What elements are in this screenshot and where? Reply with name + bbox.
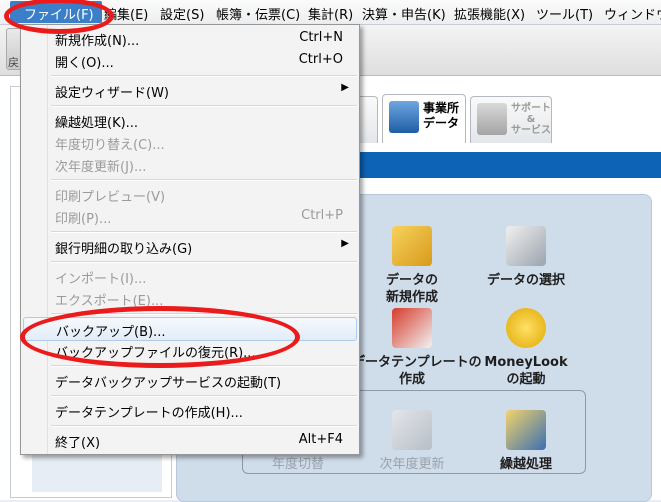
menu-item-year-switch: 年度切り替え(C)... xyxy=(23,131,357,153)
support-icon xyxy=(477,103,507,135)
tile-template-label: データテンプレートの 作成 xyxy=(352,355,482,387)
next-year-icon xyxy=(392,410,432,450)
select-data-icon xyxy=(506,226,546,266)
shortcut-label: Ctrl+N xyxy=(299,30,343,45)
tile-select-data-label: データの選択 xyxy=(486,273,565,288)
highlight-ring-backup-items xyxy=(20,306,300,368)
menu-separator xyxy=(51,231,357,233)
tile-select-data[interactable]: データの選択 xyxy=(466,226,586,289)
tile-carryover-label: 繰越処理 xyxy=(499,457,552,472)
tab-support[interactable]: サポート & サービス xyxy=(470,96,552,143)
menu-item-label: データバックアップサービスの起動(T) xyxy=(55,376,282,391)
menu-item-import: インポート(I)... xyxy=(23,265,357,287)
menu-item-print-preview: 印刷プレビュー(V) xyxy=(23,183,357,205)
menu-closing[interactable]: 決算・申告(K) xyxy=(362,4,446,23)
menu-item-carryover[interactable]: 繰越処理(K)... xyxy=(23,109,357,131)
tile-carryover[interactable]: 繰越処理 xyxy=(466,410,586,473)
menu-item-label: 終了(X) xyxy=(55,436,101,451)
menu-item-next-year: 次年度更新(J)... xyxy=(23,153,357,175)
menu-item-print: 印刷(P)... Ctrl+P xyxy=(23,205,357,227)
menu-item-label: データテンプレートの作成(H)... xyxy=(55,406,243,421)
tile-new-data-label: データの 新規作成 xyxy=(385,273,438,305)
tile-new-data[interactable]: データの 新規作成 xyxy=(352,226,472,306)
file-menu: 新規作成(N)... Ctrl+N 開く(O)... Ctrl+O 設定ウィザード(… xyxy=(20,24,360,455)
shortcut-label: Ctrl+O xyxy=(298,52,343,67)
shortcut-label: Alt+F4 xyxy=(298,432,343,447)
menu-settings[interactable]: 設定(S) xyxy=(160,4,204,23)
menu-books[interactable]: 帳簿・伝票(C) xyxy=(216,4,300,23)
moneylook-icon xyxy=(506,308,546,348)
menu-separator xyxy=(51,261,357,263)
menu-tools[interactable]: ツール(T) xyxy=(536,4,593,23)
menu-separator xyxy=(51,425,357,427)
menu-item-exit[interactable]: 終了(X) Alt+F4 xyxy=(23,429,357,451)
menu-item-backup-service[interactable]: データバックアップサービスの起動(T) xyxy=(23,369,357,391)
menu-item-open[interactable]: 開く(O)... Ctrl+O xyxy=(23,49,357,71)
menu-item-label: 年度切り替え(C)... xyxy=(55,138,165,153)
tile-moneylook-label: MoneyLook の起動 xyxy=(484,355,568,387)
menu-item-label: 銀行明細の取り込み(G) xyxy=(55,242,193,257)
menu-extensions[interactable]: 拡張機能(X) xyxy=(454,4,525,23)
menu-item-label: 設定ウィザード(W) xyxy=(55,86,169,101)
tab-support-label: サポート & サービス xyxy=(511,103,551,136)
menu-separator xyxy=(51,75,357,77)
back-label: 戻 xyxy=(8,56,19,69)
submenu-arrow-icon: ▶ xyxy=(341,238,349,249)
template-icon xyxy=(392,308,432,348)
tab-office-data[interactable]: 事業所 データ xyxy=(382,94,466,143)
menu-item-setup-wizard[interactable]: 設定ウィザード(W) ▶ xyxy=(23,79,357,101)
menu-item-create-template[interactable]: データテンプレートの作成(H)... xyxy=(23,399,357,421)
submenu-arrow-icon: ▶ xyxy=(341,82,349,93)
new-data-icon xyxy=(392,226,432,266)
menu-totals[interactable]: 集計(R) xyxy=(308,4,353,23)
menu-item-label: 繰越処理(K)... xyxy=(55,116,139,131)
menu-item-label: 印刷プレビュー(V) xyxy=(55,190,166,205)
menu-separator xyxy=(51,395,357,397)
tab-office-data-label: 事業所 データ xyxy=(423,101,460,130)
tile-moneylook[interactable]: MoneyLook の起動 xyxy=(466,308,586,388)
tile-next-year-label: 次年度更新 xyxy=(379,457,445,472)
tile-template[interactable]: データテンプレートの 作成 xyxy=(352,308,482,388)
menu-item-label: 印刷(P)... xyxy=(55,212,112,227)
menu-item-export: エクスポート(E)... xyxy=(23,287,357,309)
menu-separator xyxy=(51,179,357,181)
menu-item-label: インポート(I)... xyxy=(55,272,147,287)
menu-item-bank-import[interactable]: 銀行明細の取り込み(G) ▶ xyxy=(23,235,357,257)
building-icon xyxy=(389,101,419,133)
menu-window[interactable]: ウィンドウ xyxy=(604,4,661,23)
menu-separator xyxy=(51,105,357,107)
carryover-icon xyxy=(506,410,546,450)
tile-next-year[interactable]: 次年度更新 xyxy=(352,410,472,473)
tile-year-switch-label: 年度切替 xyxy=(271,457,324,472)
menu-item-label: 開く(O)... xyxy=(55,56,114,71)
shortcut-label: Ctrl+P xyxy=(301,208,343,223)
menu-item-label: 次年度更新(J)... xyxy=(55,160,147,175)
